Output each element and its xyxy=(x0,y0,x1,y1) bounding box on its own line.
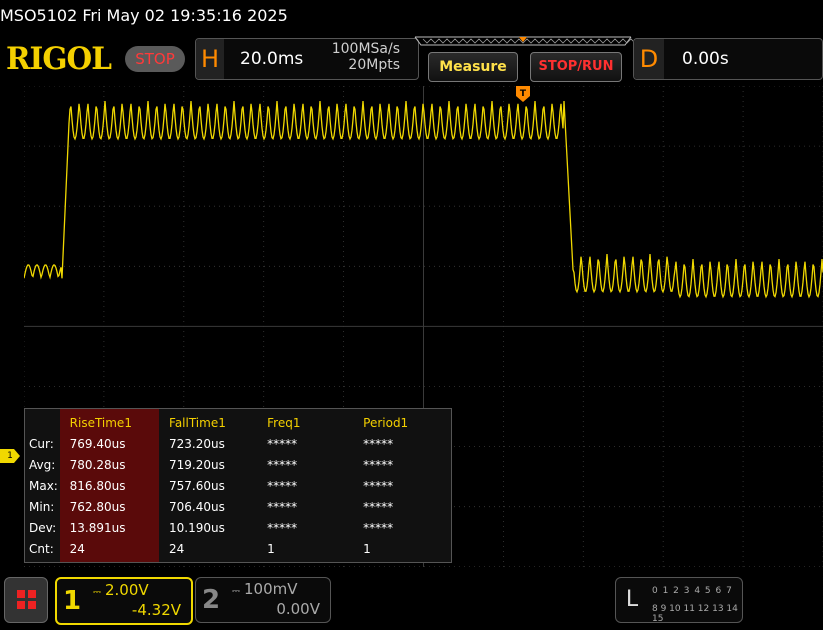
table-cell: 1 xyxy=(363,541,371,556)
table-cell: 10.190us xyxy=(169,520,225,535)
logic-channels-row1: 0 1 2 3 4 5 6 7 xyxy=(652,586,733,596)
trigger-marker: T xyxy=(516,86,530,102)
channel1-panel[interactable]: 1 ⎓ 2.00V -4.32V xyxy=(55,577,193,625)
table-cell: ***** xyxy=(363,457,394,472)
table-cell: 757.60us xyxy=(169,478,225,493)
delay-panel[interactable]: D 0.00s xyxy=(633,38,823,80)
measurement-panel[interactable]: RiseTime1 FallTime1 Freq1 Period1 Cur: 7… xyxy=(24,408,452,563)
delay-letter: D xyxy=(634,39,664,79)
table-cell: 24 xyxy=(169,541,185,556)
acquisition-info: 100MSa/s 20Mpts xyxy=(332,41,400,73)
run-state-button[interactable]: STOP xyxy=(125,46,185,72)
table-row: Avg: 780.28us 719.20us ***** ***** xyxy=(25,454,451,475)
table-row: Cnt: 24 24 1 1 xyxy=(25,538,451,559)
row-label: Cnt: xyxy=(29,541,54,556)
channel1-scale: ⎓ 2.00V xyxy=(93,581,149,599)
channel2-offset: 0.00V xyxy=(276,600,320,618)
dc-coupling-icon: ⎓ xyxy=(232,586,240,597)
table-cell: 780.28us xyxy=(69,457,126,472)
table-cell: 24 xyxy=(69,541,85,556)
channel1-number: 1 xyxy=(62,586,82,616)
top-status-bar: MSO5102 Fri May 02 19:35:16 2025 xyxy=(0,0,823,34)
row-label: Max: xyxy=(29,478,58,493)
table-cell: 13.891us xyxy=(69,520,126,535)
channel2-number: 2 xyxy=(201,585,221,615)
measurement-table: RiseTime1 FallTime1 Freq1 Period1 Cur: 7… xyxy=(25,412,451,559)
delay-value: 0.00s xyxy=(682,49,729,69)
table-cell: ***** xyxy=(363,478,394,493)
stop-run-button[interactable]: STOP/RUN xyxy=(530,52,622,82)
table-cell: ***** xyxy=(363,436,394,451)
bottom-bar: 1 ⎓ 2.00V -4.32V 2 ⎓ 100mV 0.00V L 0 1 2 3… xyxy=(0,567,823,630)
device-title: MSO5102 Fri May 02 19:35:16 2025 xyxy=(0,6,288,25)
row-label: Cur: xyxy=(29,436,54,451)
table-cell: 769.40us xyxy=(69,436,126,451)
channel2-panel[interactable]: 2 ⎓ 100mV 0.00V xyxy=(195,577,331,623)
table-cell: ***** xyxy=(267,436,298,451)
table-cell: 1 xyxy=(267,541,275,556)
table-row: Dev: 13.891us 10.190us ***** ***** xyxy=(25,517,451,538)
menu-grid-icon[interactable] xyxy=(4,577,48,623)
row-label: Avg: xyxy=(29,457,56,472)
col-header[interactable]: FallTime1 xyxy=(164,412,263,433)
table-cell: 706.40us xyxy=(169,499,225,514)
table-cell: ***** xyxy=(267,499,298,514)
rigol-logo: RIGOL xyxy=(6,41,112,77)
trigger-marker-label: T xyxy=(520,89,527,99)
row-label: Dev: xyxy=(29,520,57,535)
channel1-offset: -4.32V xyxy=(131,601,181,619)
memory-depth: 20Mpts xyxy=(348,57,400,73)
col-header[interactable]: Freq1 xyxy=(263,412,359,433)
logic-analyzer-panel[interactable]: L 0 1 2 3 4 5 6 7 8 9 10 11 12 13 14 15 xyxy=(615,577,743,624)
memory-overview-strip xyxy=(414,36,633,46)
table-cell: 816.80us xyxy=(69,478,126,493)
table-cell: 762.80us xyxy=(69,499,126,514)
table-cell: ***** xyxy=(363,520,394,535)
ch1-level-marker[interactable]: 1 xyxy=(0,449,20,463)
logic-letter: L xyxy=(625,587,639,612)
horizontal-letter: H xyxy=(196,39,224,79)
horizontal-panel[interactable]: H 20.0ms 100MSa/s 20Mpts xyxy=(195,38,419,80)
table-cell: 723.20us xyxy=(169,436,225,451)
channel2-scale: ⎓ 100mV xyxy=(232,580,298,598)
timebase-value: 20.0ms xyxy=(240,49,304,69)
table-cell: 719.20us xyxy=(169,457,225,472)
trigger-position-icon xyxy=(519,37,527,42)
table-cell: ***** xyxy=(267,457,298,472)
col-header[interactable]: RiseTime1 xyxy=(65,412,164,433)
table-cell: ***** xyxy=(267,478,298,493)
col-header[interactable]: Period1 xyxy=(359,412,451,433)
table-cell: ***** xyxy=(363,499,394,514)
table-row: Cur: 769.40us 723.20us ***** ***** xyxy=(25,433,451,454)
logic-channels-row2: 8 9 10 11 12 13 14 15 xyxy=(652,604,738,624)
table-header-row: RiseTime1 FallTime1 Freq1 Period1 xyxy=(25,412,451,433)
table-row: Min: 762.80us 706.40us ***** ***** xyxy=(25,496,451,517)
row-label: Min: xyxy=(29,499,55,514)
table-row: Max: 816.80us 757.60us ***** ***** xyxy=(25,475,451,496)
sample-rate: 100MSa/s xyxy=(331,41,400,57)
table-cell: ***** xyxy=(267,520,298,535)
measure-button[interactable]: Measure xyxy=(428,52,518,82)
dc-coupling-icon: ⎓ xyxy=(93,587,101,598)
control-header: RIGOL STOP H 20.0ms 100MSa/s 20Mpts Meas… xyxy=(0,34,823,86)
